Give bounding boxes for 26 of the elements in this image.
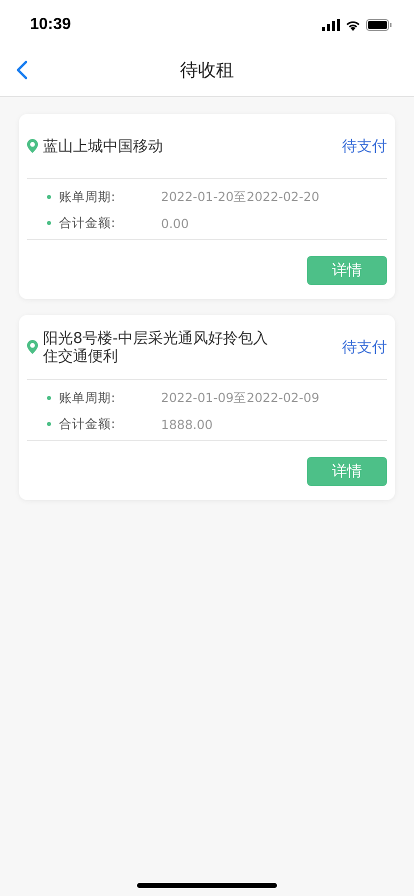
- field-value: 2022-01-09至2022-02-09: [161, 390, 320, 406]
- field-label: 合计金额:: [59, 416, 116, 432]
- status-time: 10:39: [30, 16, 71, 34]
- field-label: 账单周期:: [59, 390, 116, 406]
- bullet-icon: [47, 422, 51, 426]
- details-button[interactable]: 详情: [307, 256, 387, 285]
- details-button[interactable]: 详情: [307, 457, 387, 486]
- page-title: 待收租: [180, 59, 234, 82]
- field-value: 1888.00: [161, 416, 213, 432]
- wifi-icon: [345, 19, 361, 31]
- bullet-icon: [47, 195, 51, 199]
- back-icon: [16, 60, 28, 80]
- property-name: 蓝山上城中国移动: [43, 137, 163, 155]
- location-pin-icon: [27, 139, 38, 153]
- field-value: 0.00: [161, 216, 189, 230]
- signal-icon: [322, 19, 340, 31]
- property-name: 阳光8号楼-中层采光通风好拎包入住交通便利: [43, 329, 269, 365]
- field-value: 2022-01-20至2022-02-20: [161, 188, 320, 206]
- payment-status: 待支付: [342, 338, 387, 356]
- bullet-icon: [47, 396, 51, 400]
- field-label: 合计金额:: [59, 214, 116, 232]
- battery-icon: [366, 19, 392, 31]
- location-pin-icon: [27, 340, 38, 354]
- payment-status: 待支付: [342, 136, 387, 156]
- field-label: 账单周期:: [59, 188, 116, 206]
- bullet-icon: [47, 221, 51, 225]
